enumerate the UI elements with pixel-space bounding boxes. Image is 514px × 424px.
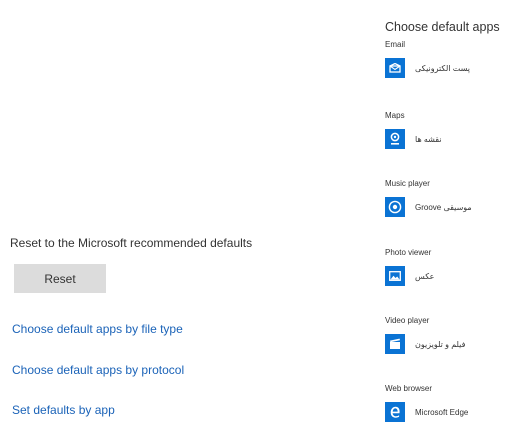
default-app-video-button[interactable]: فیلم و تلویزیون bbox=[385, 334, 510, 354]
app-name-photos: عکس bbox=[415, 271, 435, 281]
movies-tv-icon bbox=[385, 334, 405, 354]
app-name-video: فیلم و تلویزیون bbox=[415, 339, 466, 349]
default-app-browser-button[interactable]: Microsoft Edge bbox=[385, 402, 510, 422]
link-by-protocol[interactable]: Choose default apps by protocol bbox=[12, 363, 184, 377]
default-app-maps-button[interactable]: نقشه ها bbox=[385, 129, 510, 149]
category-label-video: Video player bbox=[385, 316, 430, 325]
maps-icon bbox=[385, 129, 405, 149]
default-app-email: Email پست الکترونیکی bbox=[385, 40, 510, 78]
default-app-email-button[interactable]: پست الکترونیکی bbox=[385, 58, 510, 78]
link-set-defaults-by-app[interactable]: Set defaults by app bbox=[12, 403, 115, 417]
app-name-browser: Microsoft Edge bbox=[415, 407, 469, 417]
default-app-maps: Maps نقشه ها bbox=[385, 111, 510, 149]
default-app-browser: Web browser Microsoft Edge bbox=[385, 384, 510, 422]
mail-icon bbox=[385, 58, 405, 78]
app-name-maps: نقشه ها bbox=[415, 134, 442, 144]
app-name-email: پست الکترونیکی bbox=[415, 63, 470, 73]
default-app-music-button[interactable]: Groove موسیقی bbox=[385, 197, 510, 217]
category-label-music: Music player bbox=[385, 179, 430, 188]
edge-icon bbox=[385, 402, 405, 422]
link-by-file-type[interactable]: Choose default apps by file type bbox=[12, 322, 183, 336]
category-label-photos: Photo viewer bbox=[385, 248, 432, 257]
category-label-browser: Web browser bbox=[385, 384, 432, 393]
category-label-email: Email bbox=[385, 40, 406, 49]
default-app-video: Video player فیلم و تلویزیون bbox=[385, 316, 510, 354]
groove-music-icon bbox=[385, 197, 405, 217]
default-app-music: Music player Groove موسیقی bbox=[385, 179, 510, 217]
app-name-music: Groove موسیقی bbox=[415, 202, 472, 212]
photos-icon bbox=[385, 266, 405, 286]
reset-defaults-label: Reset to the Microsoft recommended defau… bbox=[10, 236, 253, 250]
reset-button[interactable]: Reset bbox=[14, 264, 106, 293]
default-app-photos-button[interactable]: عکس bbox=[385, 266, 510, 286]
category-label-maps: Maps bbox=[385, 111, 405, 120]
default-apps-title: Choose default apps bbox=[385, 20, 500, 34]
default-app-photos: Photo viewer عکس bbox=[385, 248, 510, 286]
